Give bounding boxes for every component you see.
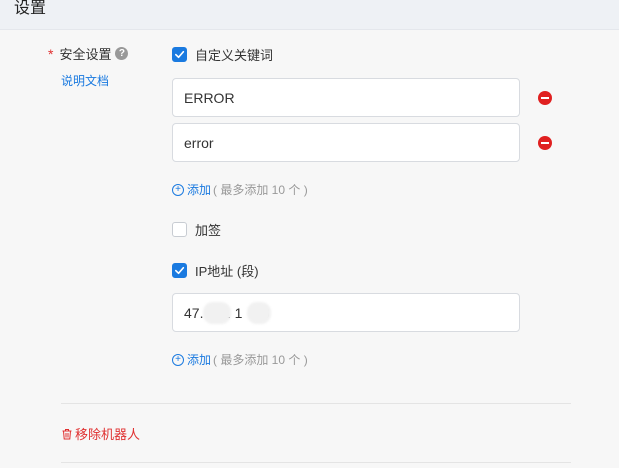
add-ip-label: 添加 <box>187 353 212 367</box>
remove-keyword-2-icon[interactable] <box>538 136 552 150</box>
divider <box>61 462 571 463</box>
redaction-blur <box>203 302 231 324</box>
remove-keyword-1-icon[interactable] <box>538 91 552 105</box>
question-circle-icon[interactable]: ? <box>115 47 129 60</box>
sign-checkbox[interactable]: 加签 <box>172 220 221 239</box>
security-settings-label: * 安全设置 ? <box>48 44 129 63</box>
custom-keyword-label: 自定义关键词 <box>195 48 274 63</box>
section-title: 设置 <box>14 0 47 17</box>
section-header: 设置 <box>0 0 619 30</box>
add-ip-hint: ( 最多添加 10 个 ) <box>213 353 308 367</box>
add-keyword-button[interactable]: + 添加 <box>172 181 211 198</box>
redaction-blur <box>247 302 271 324</box>
remove-robot-label: 移除机器人 <box>75 427 141 442</box>
add-keyword-row: + 添加 ( 最多添加 10 个 ) <box>172 181 308 198</box>
required-mark: * <box>48 45 54 62</box>
plus-circle-icon: + <box>172 353 184 366</box>
checkbox-checked-icon[interactable] <box>172 263 187 278</box>
plus-circle-icon: + <box>172 183 184 196</box>
add-keyword-hint: ( 最多添加 10 个 ) <box>213 183 308 197</box>
trash-icon <box>61 428 73 440</box>
checkbox-unchecked-icon[interactable] <box>172 222 187 237</box>
custom-keyword-checkbox[interactable]: 自定义关键词 <box>172 45 273 64</box>
add-ip-row: + 添加 ( 最多添加 10 个 ) <box>172 351 308 368</box>
add-ip-button[interactable]: + 添加 <box>172 351 211 368</box>
ip-label: IP地址 (段) <box>195 264 259 279</box>
security-settings-text: 安全设置 <box>59 47 112 62</box>
checkbox-checked-icon[interactable] <box>172 47 187 62</box>
sign-label: 加签 <box>195 223 222 238</box>
add-keyword-label: 添加 <box>187 183 212 197</box>
keyword-input-2[interactable] <box>172 123 520 162</box>
remove-robot-button[interactable]: 移除机器人 <box>61 424 140 443</box>
divider <box>61 403 571 404</box>
doc-link[interactable]: 说明文档 <box>61 72 109 89</box>
ip-checkbox[interactable]: IP地址 (段) <box>172 261 259 280</box>
keyword-input-1[interactable] <box>172 78 520 117</box>
